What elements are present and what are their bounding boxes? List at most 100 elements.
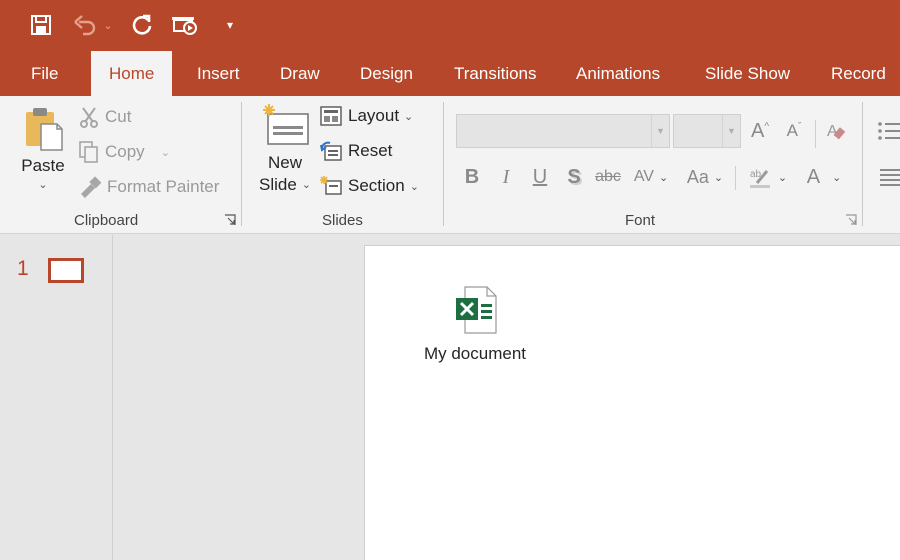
increase-font-size-icon: A^ [750, 119, 770, 142]
chevron-down-icon: ⌄ [38, 179, 48, 191]
reset-icon [320, 141, 342, 161]
tab-transitions[interactable]: Transitions [454, 51, 537, 96]
new-slide-button[interactable]: New Slide ⌄ [258, 102, 312, 196]
align-left-button[interactable] [878, 162, 900, 192]
dialog-launcher-icon[interactable] [845, 214, 857, 226]
start-from-beginning-button[interactable] [170, 10, 200, 40]
group-divider [862, 102, 863, 226]
undo-dropdown[interactable]: ⌄ [100, 10, 116, 40]
highlighter-icon: ab [749, 169, 770, 188]
cut-button[interactable]: Cut [79, 106, 131, 128]
decrease-font-size-button[interactable]: Aˇ [782, 116, 806, 146]
slides-group-label: Slides [322, 212, 363, 229]
change-case-button[interactable]: Aa ⌄ [682, 162, 728, 192]
repeat-icon [132, 14, 152, 35]
customize-qat-button[interactable]: ▾ [222, 10, 238, 40]
chevron-down-icon: ⌄ [404, 110, 414, 123]
tab-insert[interactable]: Insert [197, 51, 240, 96]
font-name-combo[interactable]: ▼ [456, 114, 670, 148]
reset-button[interactable]: Reset [320, 141, 392, 161]
copy-label: Copy [105, 142, 145, 161]
group-divider [443, 102, 444, 226]
layout-icon [320, 106, 342, 126]
text-shadow-button[interactable]: S [562, 162, 586, 192]
section-label: Section [348, 176, 405, 195]
chevron-down-icon: ⌄ [103, 19, 113, 32]
character-spacing-button[interactable]: AV ⌄ [630, 162, 672, 192]
clipboard-group-label: Clipboard [74, 212, 139, 229]
scissors-icon [79, 106, 99, 128]
reset-label: Reset [348, 141, 393, 160]
character-spacing-label: AV [633, 168, 654, 185]
decrease-font-size-icon: Aˇ [786, 121, 802, 140]
save-button[interactable] [28, 10, 54, 40]
slide-thumbnail[interactable] [48, 258, 84, 283]
bold-button[interactable]: B [460, 162, 484, 192]
tab-home[interactable]: Home [91, 51, 173, 96]
dialog-launcher-icon[interactable] [224, 214, 236, 226]
tab-slide-show[interactable]: Slide Show [705, 51, 790, 96]
new-slide-label-2: Slide [258, 175, 297, 194]
undo-button[interactable] [72, 10, 98, 40]
slide-number: 1 [17, 257, 29, 280]
tab-file[interactable]: File [31, 51, 58, 96]
format-painter-label: Format Painter [107, 177, 220, 196]
paste-button[interactable]: Paste ⌄ [20, 104, 66, 191]
slide-canvas[interactable]: My document [364, 245, 900, 560]
format-painter-icon [79, 176, 101, 198]
tab-record[interactable]: Record [831, 51, 886, 96]
cut-label: Cut [105, 107, 132, 126]
chevron-down-icon: ⌄ [832, 171, 842, 184]
increase-font-size-button[interactable]: A^ [748, 116, 772, 146]
start-from-beginning-icon [172, 17, 197, 35]
chevron-down-icon: ⌄ [409, 180, 419, 193]
chevron-down-icon[interactable]: ▼ [651, 115, 669, 147]
highlight-color-button[interactable]: ab ⌄ [744, 162, 792, 192]
customize-qat-icon: ▾ [226, 18, 234, 32]
strikethrough-button[interactable]: abc [592, 162, 624, 192]
format-painter-button[interactable]: Format Painter [79, 176, 219, 198]
repeat-button[interactable] [129, 10, 155, 40]
new-slide-label-1: New [267, 153, 302, 172]
section-button[interactable]: Section ⌄ [320, 176, 419, 196]
ribbon-tabs: File Home Insert Draw Design Transitions… [0, 51, 900, 96]
bullets-icon [878, 122, 900, 140]
chevron-down-icon: ⌄ [301, 179, 312, 191]
layout-button[interactable]: Layout ⌄ [320, 106, 413, 126]
save-icon [31, 15, 51, 35]
slide-thumbnail-pane: 1 [0, 235, 113, 560]
bullets-button[interactable] [876, 116, 900, 146]
group-divider [735, 166, 736, 190]
tab-draw[interactable]: Draw [280, 51, 320, 96]
layout-label: Layout [348, 106, 400, 125]
embedded-file-caption[interactable]: My document [405, 344, 545, 364]
section-icon [320, 176, 342, 196]
chevron-down-icon: ⌄ [160, 146, 170, 159]
font-group-label: Font [625, 212, 656, 229]
underline-button[interactable]: U [528, 162, 552, 192]
font-color-label: A [806, 165, 821, 188]
group-divider [815, 120, 816, 148]
excel-file-icon[interactable] [455, 286, 497, 334]
italic-button[interactable]: I [494, 162, 518, 192]
font-size-combo[interactable]: ▼ [673, 114, 741, 148]
paste-icon [26, 108, 63, 151]
undo-icon [74, 15, 96, 36]
clear-formatting-icon: A [827, 123, 846, 140]
chevron-down-icon: ⌄ [777, 171, 788, 184]
copy-button[interactable]: Copy ⌄ [79, 141, 170, 163]
group-divider [241, 102, 242, 226]
paste-label: Paste [21, 156, 65, 175]
new-slide-icon [263, 104, 309, 145]
tab-animations[interactable]: Animations [576, 51, 660, 96]
clear-formatting-button[interactable]: A [824, 116, 848, 146]
ribbon-home: Paste ⌄ Cut Copy ⌄ Format Painter Clipbo… [0, 96, 900, 234]
chevron-down-icon: ⌄ [713, 171, 724, 184]
chevron-down-icon[interactable]: ▼ [722, 115, 740, 147]
font-color-button[interactable]: A ⌄ [802, 162, 846, 192]
align-left-icon [880, 169, 900, 186]
tab-design[interactable]: Design [360, 51, 413, 96]
copy-icon [79, 141, 99, 163]
change-case-label: Aa [686, 166, 709, 187]
chevron-down-icon: ⌄ [658, 171, 669, 184]
